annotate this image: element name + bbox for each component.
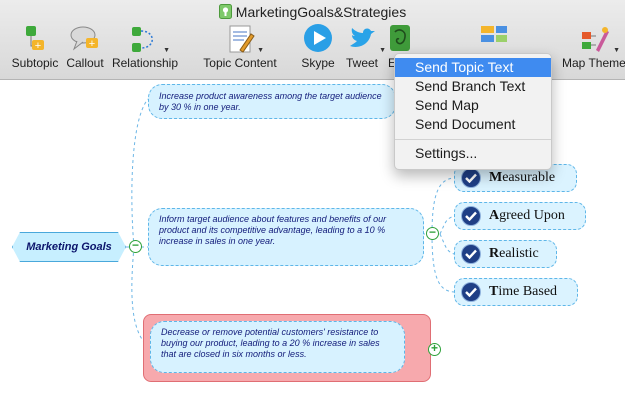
relationship-button[interactable]: ▼ Relationship [110,22,180,70]
subtopic-icon: + [26,26,44,52]
evernote-send-menu: Send Topic Text Send Branch Text Send Ma… [394,53,552,170]
menu-item-send-branch-text[interactable]: Send Branch Text [395,77,551,96]
skype-button[interactable]: Skype [298,22,338,70]
menu-item-send-document[interactable]: Send Document [395,115,551,134]
smart-item-realistic[interactable]: Realistic [454,240,557,268]
outliner-icon [481,26,507,42]
twitter-bird-icon [350,28,375,47]
relationship-icon [132,27,153,52]
central-topic[interactable]: Marketing Goals [12,232,126,262]
document-icon [218,4,232,19]
topic-content-button[interactable]: ▼ Topic Content [200,22,280,70]
topic-resistance[interactable]: Decrease or remove potential customers' … [150,321,405,373]
smart-item-time-based[interactable]: Time Based [454,278,578,306]
svg-text:+: + [89,38,95,50]
svg-text:+: + [35,40,41,52]
tweet-button[interactable]: ▼ Tweet [342,22,386,70]
skype-icon [304,24,332,52]
chevron-down-icon: ▼ [257,47,264,54]
checkmark-icon [461,206,481,226]
collapse-toggle[interactable]: − [129,239,142,253]
checkmark-icon [461,168,481,188]
outliner-button[interactable] [474,22,514,56]
collapse-toggle[interactable]: − [426,226,439,240]
map-theme-icon [582,27,609,52]
menu-item-settings[interactable]: Settings... [395,144,551,163]
window-title: MarketingGoals&Strategies [0,4,625,20]
subtopic-button[interactable]: + Subtopic [10,22,60,70]
map-theme-button[interactable]: ▼ Map Theme [562,22,625,70]
topic-inform[interactable]: Inform target audience about features an… [148,208,424,266]
smart-item-agreed-upon[interactable]: Agreed Upon [454,202,586,230]
chevron-down-icon: ▼ [163,47,170,54]
expand-toggle[interactable]: + [428,342,441,356]
menu-item-send-topic-text[interactable]: Send Topic Text [395,58,551,77]
callout-icon: + [70,26,98,51]
evernote-icon [390,25,410,51]
checkmark-icon [461,282,481,302]
callout-button[interactable]: + Callout [64,22,106,70]
menu-separator [395,139,551,140]
topic-awareness[interactable]: Increase product awareness among the tar… [148,84,396,119]
chevron-down-icon: ▼ [613,47,620,54]
topic-content-icon [229,25,255,53]
menu-item-send-map[interactable]: Send Map [395,96,551,115]
checkmark-icon [461,244,481,264]
